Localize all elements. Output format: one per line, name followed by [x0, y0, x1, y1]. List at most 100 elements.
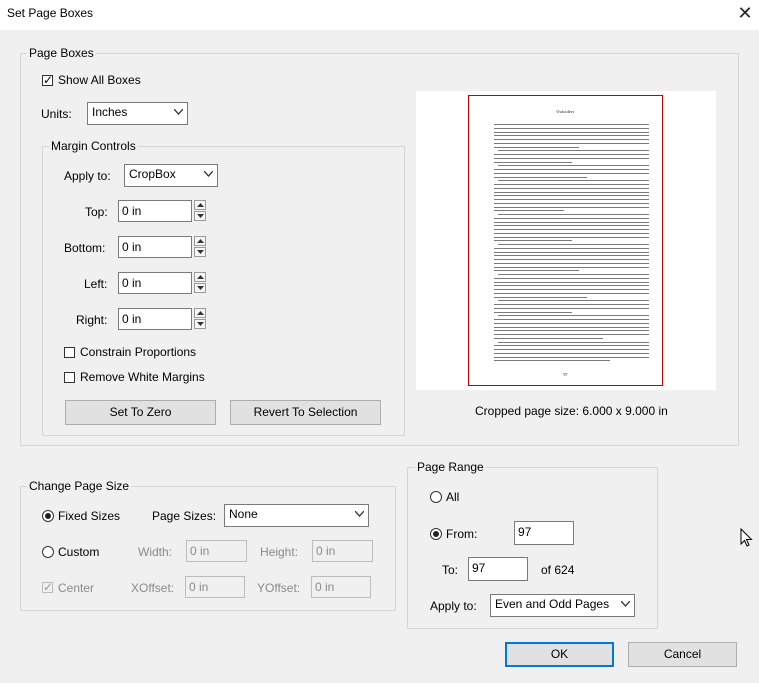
fixed-sizes-radio[interactable]: [42, 510, 54, 522]
text-line: [494, 296, 587, 298]
text-line: [498, 244, 649, 245]
change-page-size-label: Change Page Size: [27, 479, 132, 493]
apply-to-pages-select[interactable]: Even and Odd Pages: [490, 594, 635, 617]
text-line: [494, 311, 572, 313]
show-all-boxes-label: Show All Boxes: [58, 73, 141, 87]
from-radio[interactable]: [430, 528, 442, 540]
stepper-down-icon[interactable]: [194, 319, 206, 329]
bottom-margin-field[interactable]: 0 in: [118, 236, 192, 258]
right-margin-field[interactable]: 0 in: [118, 308, 192, 330]
xoffset-field[interactable]: 0 in: [185, 576, 245, 598]
text-line: [498, 341, 649, 343]
chevron-down-icon: [200, 165, 217, 186]
stepper-down-icon[interactable]: [194, 211, 206, 221]
units-value: Inches: [92, 105, 128, 119]
page-sizes-select[interactable]: None: [224, 504, 369, 527]
show-all-boxes-checkbox[interactable]: [42, 73, 53, 87]
remove-white-margins-label: Remove White Margins: [80, 370, 205, 384]
ok-button[interactable]: OK: [505, 642, 614, 667]
height-value: 0 in: [316, 544, 336, 558]
text-line: [494, 259, 649, 260]
margin-controls-group: [42, 146, 405, 436]
text-line: [494, 229, 649, 230]
all-pages-label: All: [446, 490, 460, 504]
width-field[interactable]: 0 in: [186, 540, 247, 562]
left-margin-value: 0 in: [122, 276, 142, 290]
page-sizes-label: Page Sizes:: [152, 509, 217, 523]
text-line: [498, 214, 649, 215]
height-label: Height:: [260, 545, 299, 559]
text-line: [498, 315, 649, 317]
text-line: [494, 169, 649, 170]
text-line: [494, 206, 649, 208]
text-line: [494, 127, 649, 129]
apply-to-select[interactable]: CropBox: [124, 164, 218, 187]
all-pages-radio[interactable]: [430, 491, 442, 503]
text-line: [494, 352, 649, 354]
text-line: [494, 266, 649, 268]
set-to-zero-button[interactable]: Set To Zero: [65, 400, 216, 425]
bottom-margin-stepper[interactable]: [194, 236, 206, 258]
width-value: 0 in: [190, 544, 210, 558]
remove-white-margins-checkbox[interactable]: [64, 372, 75, 383]
text-line: [494, 142, 649, 144]
center-checkbox[interactable]: [42, 580, 53, 594]
stepper-up-icon[interactable]: [194, 272, 206, 282]
text-line: [494, 135, 649, 137]
right-margin-stepper[interactable]: [194, 308, 206, 330]
page-sizes-value: None: [229, 507, 258, 521]
text-line: [494, 322, 649, 324]
page-heading: Outsiders: [556, 109, 575, 114]
close-icon[interactable]: ✕: [736, 3, 754, 23]
left-margin-field[interactable]: 0 in: [118, 272, 192, 294]
text-line: [498, 274, 649, 275]
text-line: [494, 334, 649, 335]
cancel-button[interactable]: Cancel: [628, 642, 737, 667]
right-label: Right:: [76, 313, 108, 327]
top-label: Top:: [85, 205, 108, 219]
height-field[interactable]: 0 in: [312, 540, 373, 562]
from-page-value: 97: [518, 525, 532, 539]
text-line: [494, 236, 649, 238]
stepper-down-icon[interactable]: [194, 283, 206, 293]
text-line: [494, 349, 649, 350]
from-page-field[interactable]: 97: [514, 521, 574, 545]
text-line: [494, 270, 579, 272]
text-line: [494, 319, 649, 320]
custom-radio[interactable]: [42, 546, 54, 558]
stepper-up-icon[interactable]: [194, 236, 206, 246]
apply-to-pages-value: Even and Odd Pages: [495, 597, 610, 611]
constrain-proportions-label: Constrain Proportions: [80, 345, 197, 359]
text-line: [494, 337, 603, 339]
center-label: Center: [58, 581, 95, 595]
yoffset-label: YOffset:: [257, 581, 301, 595]
text-line: [498, 165, 649, 167]
text-line: [494, 360, 610, 362]
top-margin-field[interactable]: 0 in: [118, 200, 192, 222]
stepper-up-icon[interactable]: [194, 308, 206, 318]
text-line: [494, 210, 564, 212]
top-margin-value: 0 in: [122, 204, 142, 218]
text-line: [494, 157, 649, 159]
text-line: [494, 225, 649, 227]
cropped-page-size: Cropped page size: 6.000 x 9.000 in: [475, 404, 668, 418]
page-count-label: of 624: [541, 563, 575, 577]
revert-to-selection-button[interactable]: Revert To Selection: [230, 400, 381, 425]
to-page-field[interactable]: 97: [468, 557, 528, 581]
bottom-label: Bottom:: [64, 241, 106, 255]
stepper-up-icon[interactable]: [194, 200, 206, 210]
text-line: [494, 356, 649, 358]
top-margin-stepper[interactable]: [194, 200, 206, 222]
stepper-down-icon[interactable]: [194, 247, 206, 257]
text-line: [494, 139, 649, 140]
text-line: [494, 251, 649, 253]
left-margin-stepper[interactable]: [194, 272, 206, 294]
margin-controls-label: Margin Controls: [49, 139, 138, 153]
constrain-proportions-checkbox[interactable]: [64, 347, 75, 358]
yoffset-field[interactable]: 0 in: [311, 576, 371, 598]
units-select[interactable]: Inches: [87, 102, 188, 125]
units-label: Units:: [41, 107, 72, 121]
right-margin-value: 0 in: [122, 312, 142, 326]
yoffset-value: 0 in: [315, 580, 335, 594]
xoffset-value: 0 in: [189, 580, 209, 594]
